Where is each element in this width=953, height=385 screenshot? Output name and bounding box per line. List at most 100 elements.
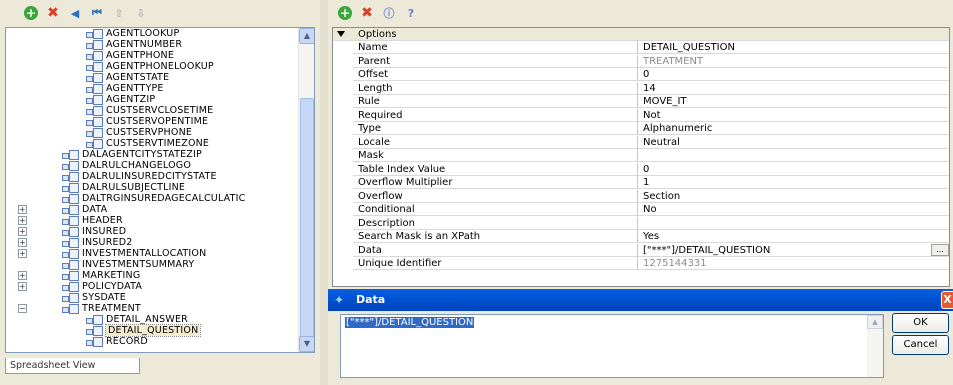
- property-value[interactable]: Neutral: [638, 136, 949, 149]
- help-icon[interactable]: ?: [404, 6, 418, 20]
- tree-scrollbar[interactable]: ▲ ▼: [298, 28, 314, 352]
- tree-item[interactable]: DALRULCHANGELOGO: [62, 160, 191, 171]
- property-row[interactable]: Conditional No: [333, 203, 949, 216]
- tree-item[interactable]: INVESTMENTSUMMARY: [62, 259, 194, 270]
- tree-item[interactable]: + DATA: [18, 204, 107, 215]
- property-row[interactable]: Required Not: [333, 108, 949, 122]
- delete-icon[interactable]: ✖: [360, 5, 374, 21]
- expand-icon[interactable]: +: [18, 216, 27, 225]
- data-text-area[interactable]: ["***"]/DETAIL_QUESTION ▲: [340, 314, 884, 378]
- node-icon: [86, 337, 103, 347]
- move-up-icon[interactable]: ⇧: [112, 6, 126, 20]
- previous-icon[interactable]: ◀: [68, 6, 82, 20]
- collapse-icon[interactable]: −: [18, 304, 27, 313]
- property-value[interactable]: 1275144331: [638, 257, 949, 270]
- property-row[interactable]: Name DETAIL_QUESTION: [333, 41, 949, 54]
- property-row[interactable]: Length 14: [333, 81, 949, 95]
- move-down-icon[interactable]: ⇩: [134, 6, 148, 20]
- property-row[interactable]: Data ["***"]/DETAIL_QUESTION...: [333, 243, 949, 257]
- property-value[interactable]: TREATMENT: [638, 55, 949, 68]
- tree-item[interactable]: + MARKETING: [18, 270, 140, 281]
- tree-item[interactable]: CUSTSERVOPENTIME: [86, 116, 208, 127]
- tree-item[interactable]: AGENTZIP: [86, 94, 155, 105]
- expand-icon[interactable]: +: [18, 271, 27, 280]
- property-value[interactable]: Yes: [638, 230, 949, 243]
- scroll-up-button[interactable]: ▲: [299, 28, 314, 44]
- collapse-arrow-icon[interactable]: [337, 31, 345, 37]
- node-icon: [86, 315, 103, 325]
- property-value[interactable]: Not: [638, 109, 949, 122]
- cancel-button[interactable]: Cancel: [892, 335, 949, 355]
- info-icon[interactable]: ⓘ: [382, 6, 396, 20]
- property-row[interactable]: Table Index Value 0: [333, 162, 949, 176]
- property-value[interactable]: 0: [638, 68, 949, 81]
- scroll-up-button[interactable]: ▲: [867, 315, 883, 329]
- property-value[interactable]: 14: [638, 82, 949, 95]
- expand-icon[interactable]: +: [18, 227, 27, 236]
- text-area-scrollbar[interactable]: ▲: [867, 315, 883, 377]
- tree-item[interactable]: DALAGENTCITYSTATEZIP: [62, 149, 202, 160]
- property-row[interactable]: Overflow Section: [333, 189, 949, 203]
- close-icon[interactable]: X: [941, 291, 953, 309]
- delete-icon[interactable]: ✖: [46, 5, 60, 21]
- tree-item[interactable]: RECORD: [86, 336, 148, 347]
- tree-item[interactable]: + INVESTMENTALLOCATION: [18, 248, 206, 259]
- tree-item[interactable]: AGENTLOOKUP: [86, 28, 179, 39]
- property-value[interactable]: MOVE_IT: [638, 95, 949, 108]
- ellipsis-button[interactable]: ...: [931, 243, 949, 256]
- tree-item[interactable]: AGENTTYPE: [86, 83, 164, 94]
- tab-spreadsheet-view[interactable]: Spreadsheet View: [5, 358, 140, 374]
- property-value[interactable]: ["***"]/DETAIL_QUESTION: [638, 244, 949, 257]
- property-value[interactable]: Section: [638, 190, 949, 203]
- property-value[interactable]: No: [638, 203, 949, 216]
- property-row[interactable]: Mask: [333, 149, 949, 162]
- property-row[interactable]: Unique Identifier 1275144331: [333, 257, 949, 270]
- tree-item[interactable]: AGENTPHONE: [86, 50, 174, 61]
- tree-item-label: DALRULSUBJECTLINE: [82, 182, 186, 193]
- expand-icon[interactable]: +: [18, 249, 27, 258]
- expand-icon[interactable]: +: [18, 205, 27, 214]
- property-row[interactable]: Description: [333, 216, 949, 230]
- section-header-options[interactable]: Options: [333, 28, 949, 41]
- node-icon: [62, 238, 79, 248]
- scrollbar-thumb[interactable]: [300, 98, 314, 348]
- scroll-down-button[interactable]: ▼: [299, 336, 314, 352]
- property-value[interactable]: 1: [638, 176, 949, 189]
- tree-item[interactable]: DALRULSUBJECTLINE: [62, 182, 185, 193]
- property-row[interactable]: Parent TREATMENT: [333, 54, 949, 68]
- tree-item[interactable]: DETAIL_QUESTION: [86, 324, 202, 337]
- tree-item[interactable]: AGENTPHONELOOKUP: [86, 61, 214, 72]
- property-row[interactable]: Offset 0: [333, 68, 949, 81]
- tree-item[interactable]: + INSURED: [18, 226, 126, 237]
- tree-item[interactable]: DALTRGINSUREDAGECALCULATIC: [62, 193, 245, 204]
- tree-item[interactable]: CUSTSERVCLOSETIME: [86, 105, 213, 116]
- property-row[interactable]: Rule MOVE_IT: [333, 95, 949, 108]
- tree-item[interactable]: AGENTNUMBER: [86, 39, 182, 50]
- property-row[interactable]: Search Mask is an XPath Yes: [333, 230, 949, 243]
- pane-splitter[interactable]: [320, 0, 328, 385]
- add-icon[interactable]: +: [338, 6, 352, 20]
- first-icon[interactable]: ⏮: [90, 6, 104, 20]
- property-row[interactable]: Locale Neutral: [333, 135, 949, 149]
- tree-item[interactable]: DETAIL_ANSWER: [86, 314, 188, 325]
- tree-item[interactable]: CUSTSERVPHONE: [86, 127, 192, 138]
- property-value[interactable]: [638, 217, 949, 230]
- property-value[interactable]: [638, 149, 949, 162]
- tree-item[interactable]: CUSTSERVTIMEZONE: [86, 138, 209, 149]
- expand-icon[interactable]: +: [18, 282, 27, 291]
- property-value[interactable]: 0: [638, 163, 949, 176]
- add-icon[interactable]: +: [24, 6, 38, 20]
- tree-item[interactable]: − TREATMENT: [18, 303, 141, 314]
- tree-item[interactable]: AGENTSTATE: [86, 72, 169, 83]
- property-value[interactable]: Alphanumeric: [638, 122, 949, 135]
- tree-item[interactable]: + HEADER: [18, 215, 123, 226]
- property-row[interactable]: Type Alphanumeric: [333, 122, 949, 135]
- tree-item[interactable]: + POLICYDATA: [18, 281, 142, 292]
- tree-item[interactable]: + INSURED2: [18, 237, 132, 248]
- tree-item[interactable]: DALRULINSUREDCITYSTATE: [62, 171, 217, 182]
- ok-button[interactable]: OK: [892, 313, 949, 333]
- property-value[interactable]: DETAIL_QUESTION: [638, 41, 949, 54]
- tree-item[interactable]: SYSDATE: [62, 292, 126, 303]
- expand-icon[interactable]: +: [18, 238, 27, 247]
- property-row[interactable]: Overflow Multiplier 1: [333, 176, 949, 189]
